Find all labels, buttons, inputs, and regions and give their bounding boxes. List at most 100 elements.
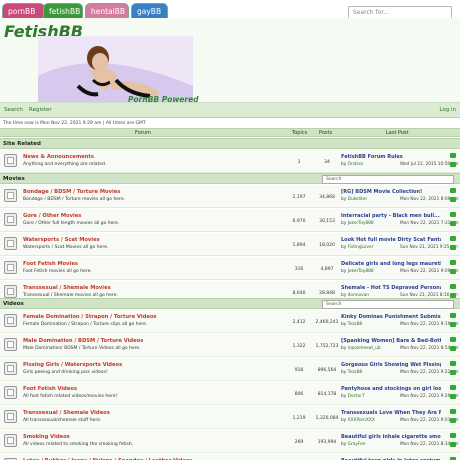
col-last-post: Last Post: [386, 130, 409, 136]
forum-title-link[interactable]: Smoking Videos: [23, 434, 70, 440]
goto-last-post-icon[interactable]: [450, 322, 456, 327]
forum-row: Foot Fetish Videos All foot fetish relate…: [0, 382, 460, 405]
nav-login-link[interactable]: Log in: [439, 103, 456, 118]
forum-posts-count: 18,020: [319, 243, 335, 248]
view-latest-post-icon[interactable]: [450, 337, 456, 342]
forum-posts-count: 34,868: [319, 195, 335, 200]
forum-topics-count: 269: [294, 440, 304, 445]
forum-title-link[interactable]: News & Announcements: [23, 154, 94, 160]
category-search-input[interactable]: Search: [322, 175, 454, 184]
folder-inner: [7, 192, 14, 199]
folder-inner: [7, 157, 14, 164]
view-latest-post-icon[interactable]: [450, 385, 456, 390]
tab-hentaibb[interactable]: hentaiBB: [85, 3, 129, 19]
forum-folder-icon: [4, 314, 17, 327]
goto-last-post-icon[interactable]: [450, 346, 456, 351]
last-post-author[interactable]: inpoleheeat_ub: [348, 346, 381, 351]
folder-inner: [7, 240, 14, 247]
last-post-link[interactable]: Shemale - Hot TS Depraved Personal S...: [341, 285, 441, 291]
nav-search-link[interactable]: Search: [4, 103, 23, 118]
forum-title-link[interactable]: Pissing Girls / Watersports Videos: [23, 362, 122, 368]
goto-last-post-icon[interactable]: [450, 370, 456, 375]
last-post-link[interactable]: [Spanking Women] Bare & Bed-Bott...: [341, 338, 441, 344]
goto-last-post-icon[interactable]: [450, 269, 456, 274]
forum-posts-count: 193,994: [317, 440, 337, 445]
forum-title-link[interactable]: Foot Fetish Videos: [23, 386, 77, 392]
last-post-author[interactable]: Tezz88: [348, 322, 363, 327]
last-post-link[interactable]: Interracial party - Black men bull...: [341, 213, 441, 219]
last-post-author[interactable]: Tezz88: [348, 370, 363, 375]
view-latest-post-icon[interactable]: [450, 153, 456, 158]
forum-folder-icon: [4, 189, 17, 202]
forum-title-link[interactable]: Transsexual / Shemale Videos: [23, 410, 110, 416]
col-posts: Posts: [319, 130, 333, 136]
forum-description: Male Domination/ BDSM / Torture Videos a…: [23, 346, 141, 351]
nav-register-link[interactable]: Register: [29, 103, 52, 118]
goto-last-post-icon[interactable]: [450, 442, 456, 447]
forum-row: News & Announcements Anything and everyth…: [0, 150, 460, 173]
last-post-link[interactable]: Transsexuals Love When They Are Fuck...: [341, 410, 441, 416]
folder-inner: [7, 437, 14, 444]
forum-topics-count: 1,894: [292, 243, 306, 248]
last-post-author-line: by Tezz88: [341, 322, 363, 327]
last-post-author[interactable]: FistingLover: [348, 245, 374, 250]
category-title[interactable]: Videos: [3, 301, 24, 307]
goto-last-post-icon[interactable]: [450, 221, 456, 226]
goto-last-post-icon[interactable]: [450, 245, 456, 250]
col-forum: Forum: [135, 130, 151, 136]
view-latest-post-icon[interactable]: [450, 236, 456, 241]
last-post-author[interactable]: XXXPornXXX: [348, 418, 375, 423]
forum-title-link[interactable]: Bondage / BDSM / Torture Movies: [23, 189, 120, 195]
goto-last-post-icon[interactable]: [450, 418, 456, 423]
server-time: The time now is Mon Nov 22, 2021 9:29 am…: [3, 121, 146, 126]
last-post-author[interactable]: Ondsss: [348, 162, 364, 167]
forum-folder-icon: [4, 237, 17, 250]
goto-last-post-icon[interactable]: [450, 162, 456, 167]
last-post-author[interactable]: GrayFen: [348, 442, 366, 447]
forum-posts-count: 1,320,084: [315, 416, 339, 421]
view-latest-post-icon[interactable]: [450, 212, 456, 217]
tab-pornbb[interactable]: pornBB: [2, 3, 45, 19]
last-post-link[interactable]: FetishBB Forum Rules: [341, 154, 441, 160]
view-latest-post-icon[interactable]: [450, 433, 456, 438]
forum-title-link[interactable]: Foot Fetish Movies: [23, 261, 78, 267]
banner-image: [38, 36, 193, 102]
last-post-author[interactable]: Dukeliter: [348, 197, 368, 202]
last-post-author[interactable]: JokerToy888: [348, 269, 374, 274]
last-post-author-line: by Ondsss: [341, 162, 364, 167]
view-latest-post-icon[interactable]: [450, 313, 456, 318]
tab-gaybb[interactable]: gayBB: [131, 3, 168, 19]
forum-title-link[interactable]: Male Domination / BDSM / Torture Videos: [23, 338, 143, 344]
last-post-link[interactable]: [RG] BDSM Movie Collection!: [341, 189, 441, 195]
category-title[interactable]: Site Related: [3, 141, 41, 147]
last-post-link[interactable]: Gorgeous Girls Showing Wet Pissing P...: [341, 362, 441, 368]
forum-title-link[interactable]: Watersports / Scat Movies: [23, 237, 100, 243]
forum-title-link[interactable]: Transsexual / Shemale Movies: [23, 285, 111, 291]
last-post-link[interactable]: Pantyhose and stockings on girl look...: [341, 386, 441, 392]
goto-last-post-icon[interactable]: [450, 394, 456, 399]
tab-fetishbb[interactable]: fetishBB: [43, 3, 83, 19]
last-post-author[interactable]: Doctor7: [348, 394, 365, 399]
forum-title-link[interactable]: Female Domination / Strapon / Torture Vi…: [23, 314, 157, 320]
view-latest-post-icon[interactable]: [450, 260, 456, 265]
forum-description: All transsexual/shemale stuff here.: [23, 418, 102, 423]
last-post-author[interactable]: JokerToy888: [348, 221, 374, 226]
forum-title-link[interactable]: Gore / Other Movies: [23, 213, 81, 219]
last-post-link[interactable]: Beautiful girls inhale cigarette smo...: [341, 434, 441, 440]
view-latest-post-icon[interactable]: [450, 409, 456, 414]
category-title[interactable]: Movies: [3, 176, 25, 182]
forum-posts-count: 1,752,723: [315, 344, 339, 349]
view-latest-post-icon[interactable]: [450, 361, 456, 366]
last-post-author-line: by Dukeliter: [341, 197, 368, 202]
forum-topics-count: 8,640: [292, 291, 306, 296]
folder-inner: [7, 216, 14, 223]
view-latest-post-icon[interactable]: [450, 284, 456, 289]
last-post-link[interactable]: Look Hot full movie Dirty Scat Fanta...: [341, 237, 441, 243]
category-search-input[interactable]: Search: [322, 300, 454, 309]
forum-folder-icon: [4, 362, 17, 375]
last-post-link[interactable]: Kinky Dominas Punishment Submissive ...: [341, 314, 441, 320]
view-latest-post-icon[interactable]: [450, 188, 456, 193]
last-post-author-line: by XXXPornXXX: [341, 418, 375, 423]
goto-last-post-icon[interactable]: [450, 197, 456, 202]
last-post-link[interactable]: Delicate girls and long legs mauretb...: [341, 261, 441, 267]
